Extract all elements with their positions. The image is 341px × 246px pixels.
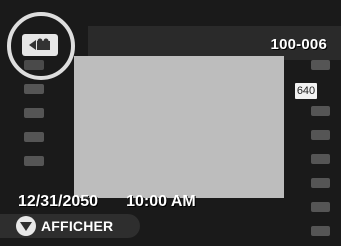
sprocket-hole [311, 202, 330, 212]
sprocket-hole [311, 106, 330, 116]
sprocket-hole [311, 130, 330, 140]
afficher-button-label: AFFICHER [41, 218, 114, 234]
sprocket-hole [311, 178, 330, 188]
date-time: 12/31/2050 10:00 AM [18, 193, 196, 211]
date-text: 12/31/2050 [18, 193, 99, 210]
movie-camera-icon [22, 34, 58, 56]
image-size-badge: 640 [295, 83, 317, 99]
afficher-button[interactable]: AFFICHER [0, 214, 140, 238]
movie-camera-icon-graphic [29, 38, 50, 50]
time-text: 10:00 AM [126, 193, 196, 210]
sprocket-hole [311, 226, 330, 236]
camera-playback-screen: 100-006 640 12/31/2050 10:00 AM AFFICHER [0, 0, 341, 246]
sprocket-hole [24, 84, 44, 94]
image-preview [74, 56, 284, 198]
frame-number: 100-006 [270, 36, 327, 53]
sprocket-hole [311, 60, 330, 70]
down-triangle-icon [16, 216, 36, 236]
sprocket-hole [311, 154, 330, 164]
sprocket-hole [24, 156, 44, 166]
sprocket-hole [24, 108, 44, 118]
sprocket-hole [24, 132, 44, 142]
down-triangle-icon-graphic [20, 221, 32, 231]
